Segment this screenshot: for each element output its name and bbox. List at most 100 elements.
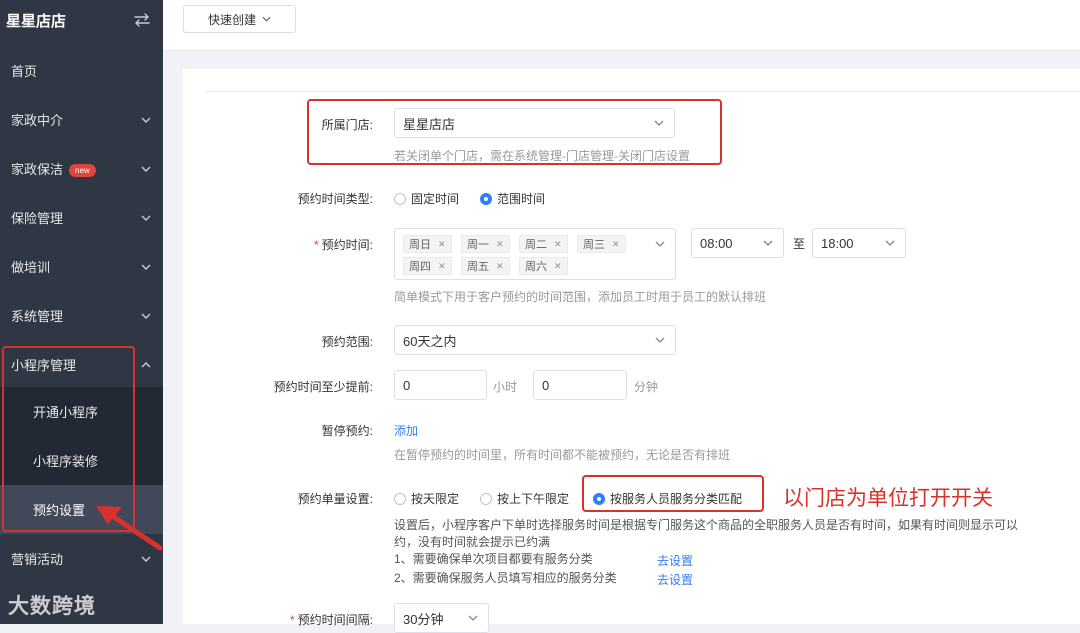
radio-circle [480, 192, 492, 205]
close-icon[interactable]: ✕ [554, 261, 562, 272]
menu-item-home[interactable]: 首页 [0, 46, 163, 95]
radio-range-time[interactable]: 范围时间 [480, 190, 545, 207]
watermark: 大数跨境 [8, 595, 96, 618]
quota-note-line2: 约，没有时间就会提示已约满 [394, 535, 551, 549]
new-badge: new [69, 164, 96, 178]
pause-hint: 在暂停预约的时间里，所有时间都不能被预约，无论是否有排班 [394, 448, 731, 462]
close-icon[interactable]: ✕ [496, 239, 504, 250]
day-tag[interactable]: 周四 ✕ [403, 257, 452, 275]
radio-limit-by-half-day[interactable]: 按上下午限定 [480, 490, 569, 507]
add-pause-link[interactable]: 添加 [394, 422, 418, 439]
sidebar: 星星店店 首页 家政中介 家政保洁 new 保险管理 做培训 系统管理 小程序管理… [0, 0, 163, 624]
close-icon[interactable]: ✕ [554, 239, 562, 250]
radio-circle [480, 492, 492, 505]
radio-label: 按天限定 [411, 492, 460, 506]
advance-minutes-value: 0 [542, 377, 550, 393]
close-icon[interactable]: ✕ [438, 261, 446, 272]
red-arrow-icon [96, 506, 163, 551]
interval-label: * 预约时间间隔: [289, 613, 373, 627]
menu-item-training[interactable]: 做培训 [0, 242, 163, 291]
time-range-separator: 至 [793, 237, 806, 251]
end-time-select[interactable]: 18:00 [812, 228, 906, 258]
booking-time-label: * 预约时间: [313, 238, 373, 252]
start-time-value: 08:00 [700, 235, 733, 251]
required-asterisk: * [313, 238, 319, 252]
menu-item-housekeeping-agency[interactable]: 家政中介 [0, 95, 163, 144]
requirement-1: 1、需要确保单次项目都要有服务分类 [394, 552, 593, 566]
time-type-label: 预约时间类型: [297, 192, 373, 206]
quick-create-label: 快速创建 [207, 12, 256, 27]
menu-item-housekeeping-cleaning[interactable]: 家政保洁 new [0, 144, 163, 193]
chevron-down-icon [885, 240, 895, 246]
menu-item-label: 做培训 [11, 260, 51, 275]
day-tag[interactable]: 周二 ✕ [519, 235, 568, 253]
booking-range-label: 预约范围: [321, 335, 373, 349]
booking-time-hint: 简单模式下用于客户预约的时间范围，添加员工时用于员工的默认排班 [394, 290, 767, 304]
chevron-down-icon [262, 16, 271, 22]
radio-circle [394, 492, 406, 505]
advance-minutes-input[interactable]: 0 [533, 370, 627, 400]
menu-item-label: 系统管理 [11, 309, 64, 324]
divider [205, 91, 1080, 92]
chevron-down-icon [141, 215, 151, 221]
hours-unit: 小时 [493, 380, 518, 394]
day-tag[interactable]: 周一 ✕ [461, 235, 510, 253]
sidebar-header: 星星店店 [0, 0, 163, 40]
radio-circle [394, 192, 406, 205]
chevron-down-icon [141, 166, 151, 172]
chevron-down-icon [141, 556, 151, 562]
quota-label: 预约单量设置: [297, 492, 373, 506]
radio-label: 范围时间 [497, 192, 546, 206]
day-tag[interactable]: 周三 ✕ [577, 235, 626, 253]
advance-hours-input[interactable]: 0 [394, 370, 487, 400]
day-tag[interactable]: 周五 ✕ [461, 257, 510, 275]
top-bar: 快速创建 [163, 0, 1080, 51]
close-icon[interactable]: ✕ [496, 261, 504, 272]
chevron-down-icon [141, 264, 151, 270]
requirement-2: 2、需要确保服务人员填写相应的服务分类 [394, 571, 617, 585]
menu-item-label: 家政中介 [11, 113, 64, 128]
menu-item-label: 营销活动 [11, 552, 64, 567]
menu-item-label: 首页 [11, 64, 38, 79]
menu-item-label: 保险管理 [11, 211, 64, 226]
menu-item-system[interactable]: 系统管理 [0, 291, 163, 340]
interval-select[interactable]: 30分钟 [394, 603, 489, 633]
close-icon[interactable]: ✕ [438, 239, 446, 250]
chevron-down-icon [763, 240, 773, 246]
chevron-up-icon [141, 361, 151, 367]
pause-booking-label: 暂停预约: [321, 424, 373, 438]
goto-settings-link-1[interactable]: 去设置 [657, 552, 693, 569]
end-time-value: 18:00 [821, 235, 854, 251]
highlight-box-quota-option [582, 475, 764, 512]
required-asterisk: * [289, 613, 295, 627]
goto-settings-link-2[interactable]: 去设置 [657, 571, 693, 588]
radio-fixed-time[interactable]: 固定时间 [394, 190, 459, 207]
chevron-down-icon [141, 117, 151, 123]
booking-range-value: 60天之内 [403, 333, 457, 349]
advance-hours-value: 0 [403, 377, 411, 393]
menu-item-insurance[interactable]: 保险管理 [0, 193, 163, 242]
chevron-down-icon [141, 313, 151, 319]
highlight-box-store [307, 99, 722, 165]
start-time-select[interactable]: 08:00 [691, 228, 784, 258]
chevron-down-icon [655, 337, 665, 343]
brand-name: 星星店店 [6, 12, 67, 30]
booking-settings-form: 所属门店: 星星店店 若关闭单个门店，需在系统管理-门店管理-关闭门店设置 预约… [183, 69, 1080, 633]
close-icon[interactable]: ✕ [612, 239, 620, 250]
quota-note-line1: 设置后，小程序客户下单时选择服务时间是根据专门服务这个商品的全职服务人员是否有时… [394, 518, 1019, 532]
radio-label: 按上下午限定 [497, 492, 570, 506]
day-tag[interactable]: 周六 ✕ [519, 257, 568, 275]
chevron-down-icon [468, 615, 478, 621]
advance-time-label: 预约时间至少提前: [273, 380, 373, 394]
minutes-unit: 分钟 [634, 380, 659, 394]
annotation-text: 以门店为单位打开开关 [783, 487, 993, 510]
day-tag[interactable]: 周日 ✕ [403, 235, 452, 253]
radio-limit-by-day[interactable]: 按天限定 [394, 490, 459, 507]
booking-range-select[interactable]: 60天之内 [394, 325, 676, 355]
chevron-down-icon [655, 241, 665, 247]
menu-item-label: 家政保洁 [11, 162, 64, 177]
quick-create-button[interactable]: 快速创建 [183, 5, 296, 33]
radio-label: 固定时间 [411, 192, 460, 206]
collapse-menu-icon[interactable] [133, 13, 151, 27]
interval-value: 30分钟 [403, 611, 444, 627]
